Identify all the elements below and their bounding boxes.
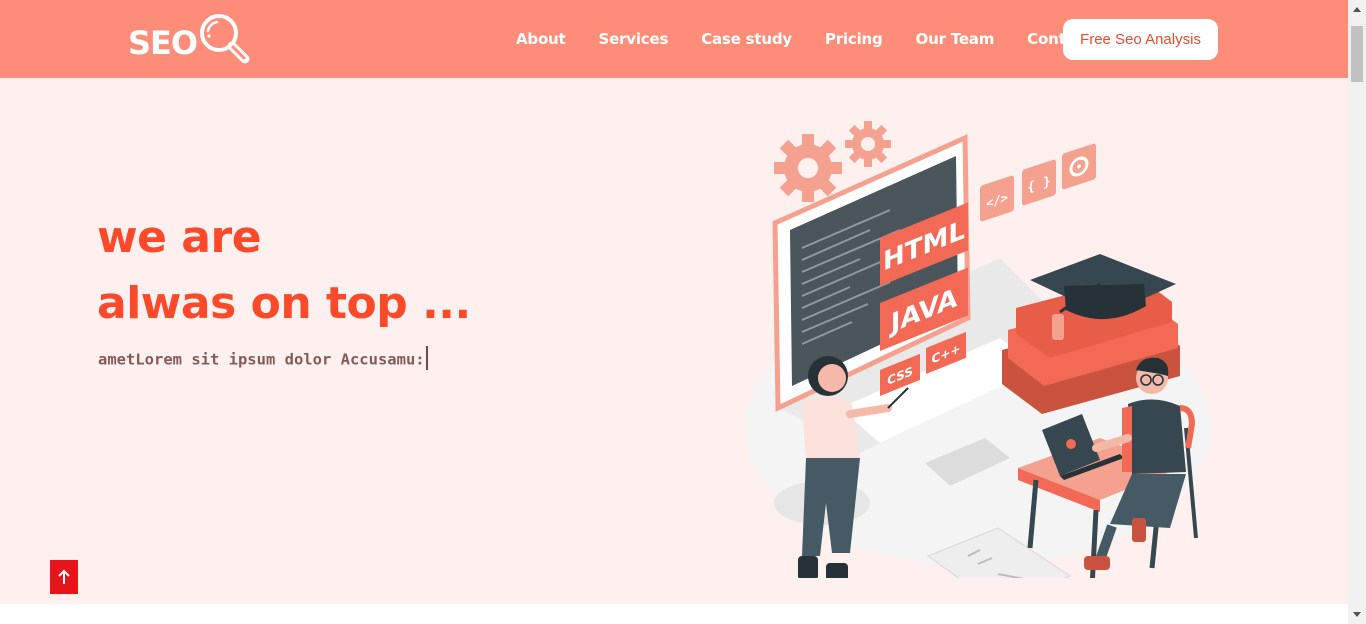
scroll-down-arrow[interactable] xyxy=(1348,606,1366,624)
vertical-scrollbar[interactable] xyxy=(1348,0,1366,624)
hero-section: we are alwas on top ... ametLorem sit ip… xyxy=(0,78,1348,604)
nav-link-pricing[interactable]: Pricing xyxy=(825,30,883,48)
nav-link-about[interactable]: About xyxy=(516,30,566,48)
hero-subtitle: ametLorem sit ipsum dolor Accusamu: xyxy=(98,346,428,370)
hero-illustration: </> { } HTML JAVA CSS C++ xyxy=(745,121,1211,578)
scroll-thumb[interactable] xyxy=(1351,26,1363,82)
main-nav: About Services Case study Pricing Our Te… xyxy=(500,0,1124,78)
scroll-up-arrow[interactable] xyxy=(1348,0,1366,18)
back-to-top-button[interactable] xyxy=(50,560,78,594)
logo-link[interactable]: SEO xyxy=(128,12,258,68)
hero-headline-line1: we are xyxy=(97,212,262,263)
gear-icon xyxy=(774,134,842,202)
nav-link-case-study[interactable]: Case study xyxy=(701,30,792,48)
free-seo-analysis-button[interactable]: Free Seo Analysis xyxy=(1063,19,1218,60)
settings-card xyxy=(1062,143,1096,190)
small-gear-icon xyxy=(845,121,891,167)
arrow-up-icon xyxy=(58,569,70,584)
typing-caret xyxy=(425,346,428,370)
triangle-down-icon xyxy=(1353,612,1361,617)
nav-link-services[interactable]: Services xyxy=(599,30,669,48)
hero-headline-line2: alwas on top ... xyxy=(97,278,471,329)
nav-link-our-team[interactable]: Our Team xyxy=(916,30,995,48)
braces-card: { } xyxy=(1022,159,1056,206)
logo-text: SEO xyxy=(128,24,198,62)
code-tag-card: </> xyxy=(980,175,1014,222)
triangle-up-icon xyxy=(1353,7,1361,12)
magnifier-icon xyxy=(200,14,250,64)
hero-subtitle-text: ametLorem sit ipsum dolor Accusamu: xyxy=(98,350,425,369)
cap-tassel xyxy=(1052,314,1064,340)
navbar: SEO About Services Case study Pricing Ou… xyxy=(0,0,1348,78)
